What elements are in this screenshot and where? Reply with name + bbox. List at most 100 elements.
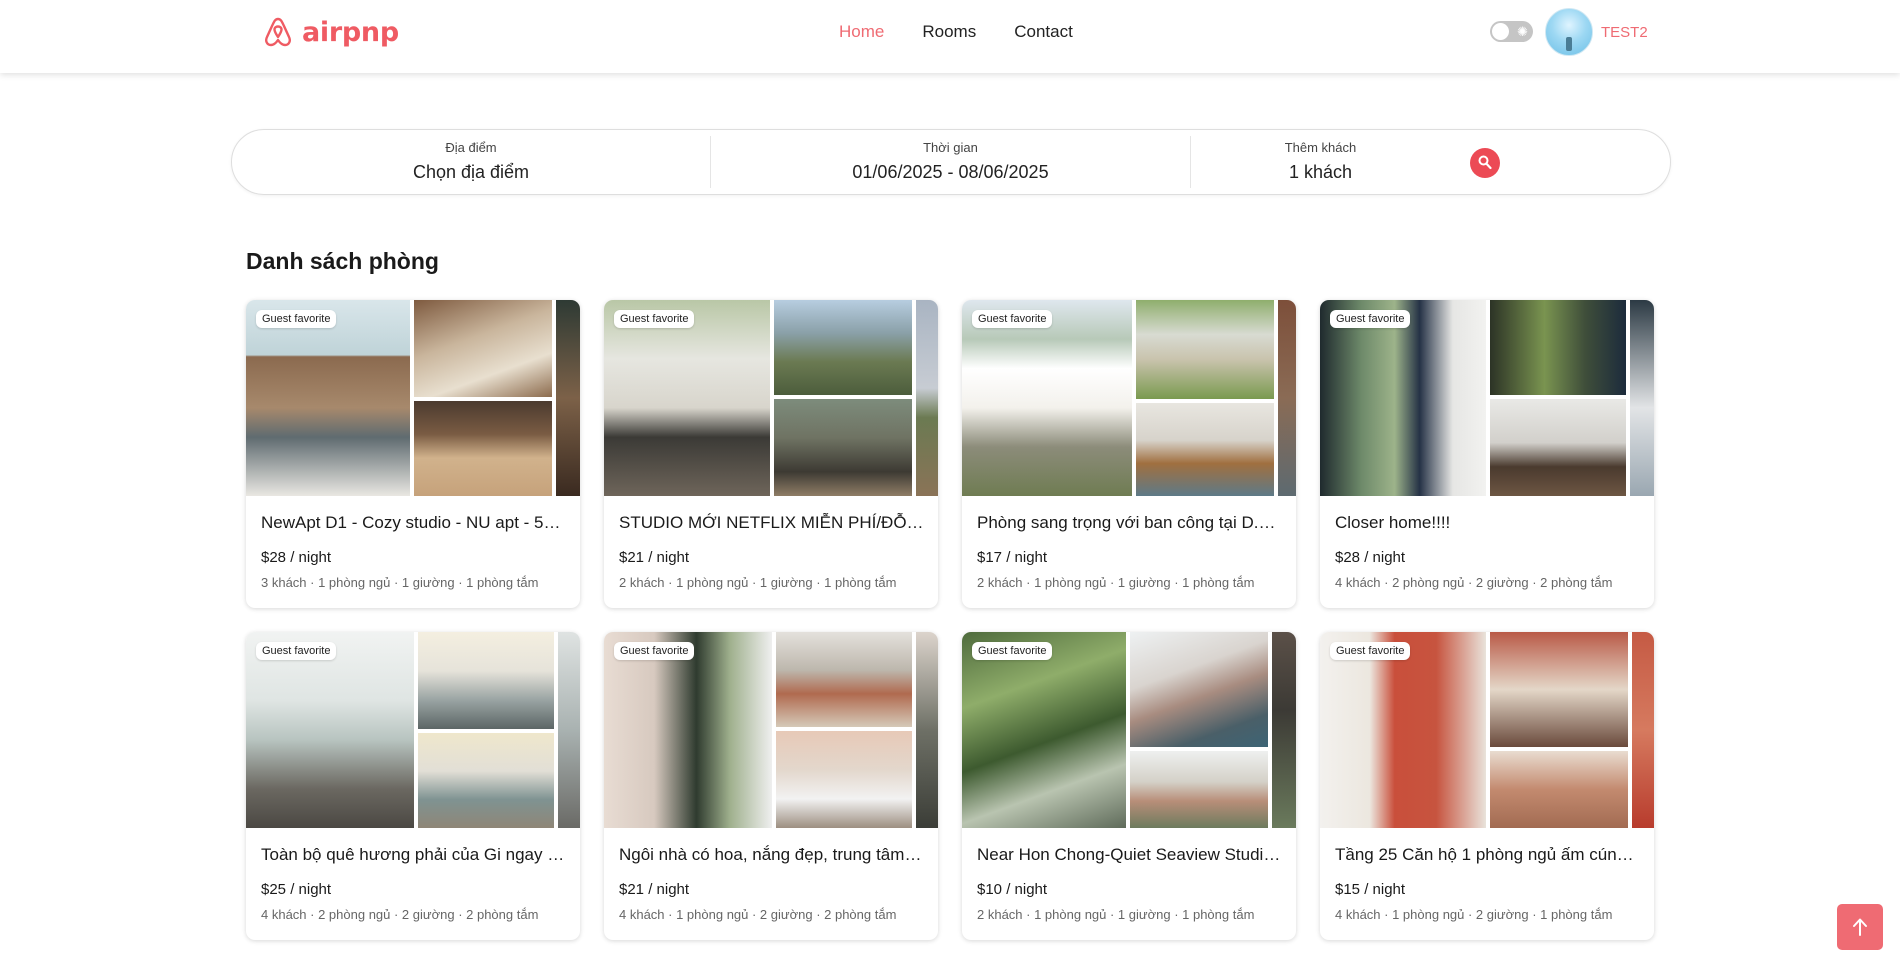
room-photo	[1632, 632, 1654, 828]
room-details: 4 khách · 1 phòng ngủ · 2 giường · 2 phò…	[619, 907, 897, 922]
room-card[interactable]: Guest favorite STUDIO MỚI NETFLIX MIỄN P…	[604, 300, 938, 608]
room-title[interactable]: Toàn bộ quê hương phải của Gi ngay trung…	[261, 845, 567, 865]
guest-favorite-badge: Guest favorite	[614, 310, 695, 328]
room-photo	[1320, 632, 1486, 828]
room-card[interactable]: Guest favorite Closer home!!!! $28 / nig…	[1320, 300, 1654, 608]
guests-value[interactable]: 1 khách	[1191, 162, 1450, 183]
sun-icon: ✺	[1517, 24, 1528, 39]
room-details: 4 khách · 2 phòng ngủ · 2 giường · 2 phò…	[1335, 575, 1613, 590]
logo-text: airpnp	[302, 16, 399, 48]
logo[interactable]: airpnp	[263, 16, 399, 48]
room-photo	[1130, 632, 1268, 747]
room-card[interactable]: Guest favorite Tầng 25 Căn hộ 1 phòng ng…	[1320, 632, 1654, 940]
room-price: $28 / night	[1335, 549, 1406, 566]
username[interactable]: TEST2	[1601, 24, 1648, 41]
room-card[interactable]: Guest favorite Toàn bộ quê hương phải củ…	[246, 632, 580, 940]
room-photo	[418, 632, 554, 729]
theme-toggle[interactable]: ✺	[1490, 21, 1533, 42]
room-photo	[776, 731, 912, 828]
room-photo	[246, 632, 414, 828]
room-photo	[1490, 300, 1626, 395]
guests-field[interactable]: Thêm khách 1 khách	[1190, 136, 1450, 188]
location-label: Địa điểm	[445, 140, 497, 155]
search-bar: Địa điểm Chọn địa điểm Thời gian 01/06/2…	[231, 129, 1671, 195]
guest-favorite-badge: Guest favorite	[1330, 310, 1411, 328]
room-photo	[604, 632, 772, 828]
room-photos[interactable]: Guest favorite	[1320, 300, 1654, 496]
room-photo	[776, 632, 912, 727]
room-photo	[1630, 300, 1654, 496]
room-photo	[1490, 399, 1626, 496]
room-photos[interactable]: Guest favorite	[604, 300, 938, 496]
room-photos[interactable]: Guest favorite	[604, 632, 938, 828]
date-label: Thời gian	[923, 140, 978, 155]
room-photo	[962, 632, 1126, 828]
room-card[interactable]: Guest favorite Ngôi nhà có hoa, nắng đẹp…	[604, 632, 938, 940]
room-photo	[1490, 751, 1628, 828]
guest-favorite-badge: Guest favorite	[614, 642, 695, 660]
room-photo	[414, 401, 552, 496]
date-value[interactable]: 01/06/2025 - 08/06/2025	[711, 162, 1190, 183]
room-photos[interactable]: Guest favorite	[1320, 632, 1654, 828]
guest-favorite-badge: Guest favorite	[972, 310, 1053, 328]
room-title[interactable]: Near Hon Chong-Quiet Seaview Studio Nha …	[977, 845, 1283, 865]
guest-favorite-badge: Guest favorite	[256, 642, 337, 660]
nav-rooms[interactable]: Rooms	[922, 22, 976, 42]
guest-favorite-badge: Guest favorite	[972, 642, 1053, 660]
room-price: $21 / night	[619, 549, 690, 566]
room-photo	[246, 300, 410, 496]
airbnb-logo-icon	[265, 17, 291, 47]
room-photo	[1490, 632, 1628, 747]
nav-home[interactable]: Home	[839, 22, 884, 42]
room-card[interactable]: Guest favorite Near Hon Chong-Quiet Seav…	[962, 632, 1296, 940]
room-title[interactable]: Tầng 25 Căn hộ 1 phòng ngủ ấm cúng view …	[1335, 845, 1641, 865]
room-photo	[604, 300, 770, 496]
room-photo	[916, 632, 938, 828]
room-title[interactable]: Phòng sang trọng với ban công tại D.1 Bù…	[977, 513, 1283, 533]
room-price: $10 / night	[977, 881, 1048, 898]
room-card[interactable]: Guest favorite NewApt D1 - Cozy studio -…	[246, 300, 580, 608]
room-photo	[1130, 751, 1268, 828]
guest-favorite-badge: Guest favorite	[256, 310, 337, 328]
nav-contact[interactable]: Contact	[1014, 22, 1073, 42]
room-title[interactable]: STUDIO MỚI NETFLIX MIỄN PHÍ/ĐỖ XE MIỄN P…	[619, 513, 925, 533]
room-photo	[1272, 632, 1296, 828]
room-photo	[558, 632, 580, 828]
room-details: 2 khách · 1 phòng ngủ · 1 giường · 1 phò…	[977, 575, 1255, 590]
room-details: 4 khách · 2 phòng ngủ · 2 giường · 2 phò…	[261, 907, 539, 922]
section-title: Danh sách phòng	[246, 248, 439, 274]
room-details: 4 khách · 1 phòng ngủ · 2 giường · 1 phò…	[1335, 907, 1613, 922]
room-card[interactable]: Guest favorite Phòng sang trọng với ban …	[962, 300, 1296, 608]
room-price: $21 / night	[619, 881, 690, 898]
room-title[interactable]: NewApt D1 - Cozy studio - NU apt - 500m …	[261, 513, 567, 533]
guests-label: Thêm khách	[1284, 140, 1357, 155]
room-details: 3 khách · 1 phòng ngủ · 1 giường · 1 phò…	[261, 575, 539, 590]
main-nav: Home Rooms Contact	[839, 22, 1073, 42]
scroll-to-top-button[interactable]	[1837, 904, 1883, 950]
date-field[interactable]: Thời gian 01/06/2025 - 08/06/2025	[710, 136, 1190, 188]
guest-favorite-badge: Guest favorite	[1330, 642, 1411, 660]
search-button[interactable]	[1470, 148, 1500, 178]
room-photo	[1136, 300, 1274, 399]
room-photos[interactable]: Guest favorite	[962, 632, 1296, 828]
room-details: 2 khách · 1 phòng ngủ · 1 giường · 1 phò…	[977, 907, 1255, 922]
room-photo	[1136, 403, 1274, 496]
room-photos[interactable]: Guest favorite	[246, 632, 580, 828]
room-photo	[1278, 300, 1296, 496]
room-title[interactable]: Closer home!!!!	[1335, 513, 1641, 533]
room-title[interactable]: Ngôi nhà có hoa, nắng đẹp, trung tâm Đà …	[619, 845, 925, 865]
toggle-knob	[1492, 23, 1509, 40]
arrow-up-icon	[1853, 918, 1867, 936]
room-price: $15 / night	[1335, 881, 1406, 898]
room-photos[interactable]: Guest favorite	[962, 300, 1296, 496]
avatar[interactable]	[1545, 8, 1593, 56]
room-photos[interactable]: Guest favorite	[246, 300, 580, 496]
room-price: $25 / night	[261, 881, 332, 898]
room-photo	[414, 300, 552, 397]
location-field[interactable]: Địa điểm Chọn địa điểm	[232, 130, 710, 194]
room-photo	[962, 300, 1132, 496]
room-photo	[1320, 300, 1486, 496]
room-details: 2 khách · 1 phòng ngủ · 1 giường · 1 phò…	[619, 575, 897, 590]
room-price: $17 / night	[977, 549, 1048, 566]
location-value[interactable]: Chọn địa điểm	[232, 162, 710, 183]
